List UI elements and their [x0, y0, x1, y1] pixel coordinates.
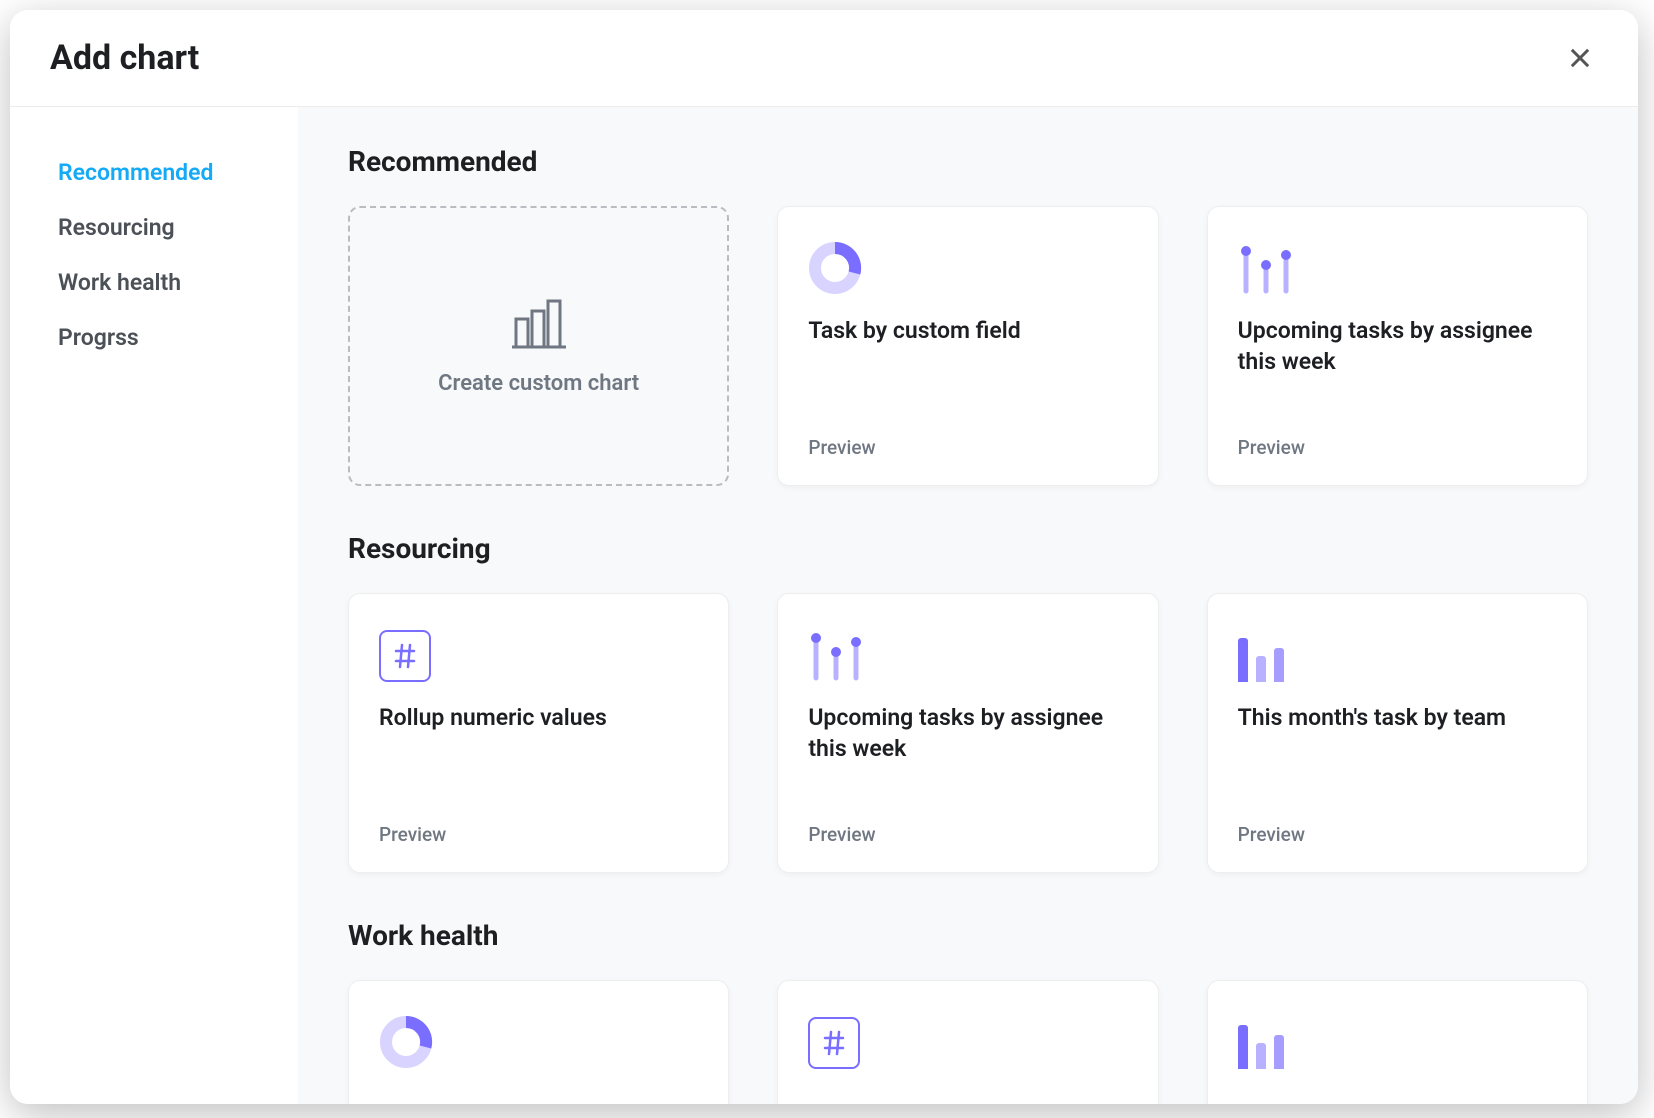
card-title: Rollup numeric values: [379, 702, 698, 733]
create-custom-chart-label: Create custom chart: [438, 371, 639, 396]
sidebar: Recommended Resourcing Work health Progr…: [10, 107, 298, 1104]
add-chart-modal: Add chart Recommended Resourcing Work he…: [10, 10, 1638, 1104]
preview-link[interactable]: Preview: [1238, 436, 1557, 459]
donut-chart-icon: [808, 235, 1127, 295]
sidebar-item-recommended[interactable]: Recommended: [58, 145, 278, 200]
create-custom-chart-card[interactable]: Create custom chart: [348, 206, 729, 486]
donut-chart-icon: [379, 1009, 698, 1069]
chart-card-rollup-numeric[interactable]: Rollup numeric values Preview: [348, 593, 729, 873]
section-title-resourcing: Resourcing: [348, 532, 1588, 565]
preview-link[interactable]: Preview: [1238, 823, 1557, 846]
preview-link[interactable]: Preview: [808, 823, 1127, 846]
hash-icon: [379, 622, 698, 682]
card-title: Upcoming tasks by assignee this week: [808, 702, 1127, 764]
lollipop-chart-icon: [808, 622, 1127, 682]
chart-card-upcoming-tasks-assignee[interactable]: Upcoming tasks by assignee this week Pre…: [1207, 206, 1588, 486]
preview-link[interactable]: Preview: [808, 436, 1127, 459]
bar-chart-icon: [1238, 1009, 1557, 1069]
section-title-recommended: Recommended: [348, 145, 1588, 178]
chart-card-upcoming-tasks-assignee-2[interactable]: Upcoming tasks by assignee this week Pre…: [777, 593, 1158, 873]
section-resourcing: Resourcing Rollup numeric values: [348, 532, 1588, 873]
hash-icon: [808, 1009, 1127, 1069]
card-title: This month's task by team: [1238, 702, 1557, 733]
section-recommended: Recommended Create custom chart: [348, 145, 1588, 486]
sidebar-item-progress[interactable]: Progrss: [58, 310, 278, 365]
card-title: Upcoming tasks by assignee this week: [1238, 315, 1557, 377]
card-row-recommended: Create custom chart Task by custom field…: [348, 206, 1588, 486]
bar-chart-icon: [1238, 622, 1557, 682]
chart-card-work-health-3[interactable]: [1207, 980, 1588, 1104]
modal-title: Add chart: [50, 38, 199, 78]
chart-card-work-health-1[interactable]: [348, 980, 729, 1104]
close-button[interactable]: [1562, 40, 1598, 76]
sidebar-item-work-health[interactable]: Work health: [58, 255, 278, 310]
card-row-resourcing: Rollup numeric values Preview: [348, 593, 1588, 873]
chart-card-work-health-2[interactable]: [777, 980, 1158, 1104]
section-work-health: Work health: [348, 919, 1588, 1104]
content-area[interactable]: Recommended Create custom chart: [298, 107, 1638, 1104]
modal-body: Recommended Resourcing Work health Progr…: [10, 107, 1638, 1104]
close-icon: [1566, 44, 1594, 72]
lollipop-chart-icon: [1238, 235, 1557, 295]
chart-card-month-task-by-team[interactable]: This month's task by team Preview: [1207, 593, 1588, 873]
chart-card-task-by-custom-field[interactable]: Task by custom field Preview: [777, 206, 1158, 486]
card-row-work-health: [348, 980, 1588, 1104]
card-title: Task by custom field: [808, 315, 1127, 346]
modal-header: Add chart: [10, 10, 1638, 107]
sidebar-item-resourcing[interactable]: Resourcing: [58, 200, 278, 255]
preview-link[interactable]: Preview: [379, 823, 698, 846]
section-title-work-health: Work health: [348, 919, 1588, 952]
bar-chart-icon: [510, 297, 568, 349]
